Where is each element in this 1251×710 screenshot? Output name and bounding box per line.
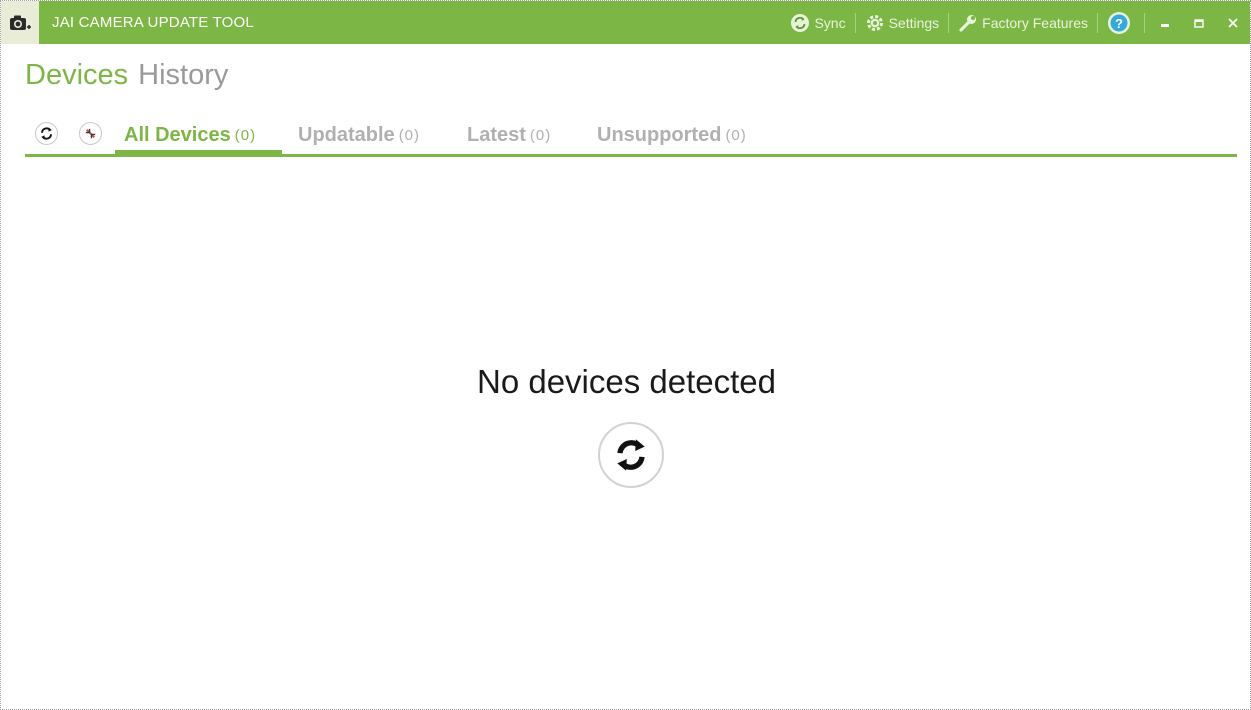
app-title: JAI CAMERA UPDATE TOOL xyxy=(52,14,254,31)
tab-label: Unsupported xyxy=(597,124,722,146)
close-button[interactable] xyxy=(1216,1,1250,44)
nav-history[interactable]: History xyxy=(138,59,228,92)
device-tabs: All Devices (0) Updatable (0) Latest (0)… xyxy=(25,117,1237,157)
tab-count: (0) xyxy=(529,127,552,144)
tab-count: (0) xyxy=(398,127,421,144)
main-nav: Devices History xyxy=(25,59,238,92)
title-separator xyxy=(854,12,856,33)
tab-count: (0) xyxy=(234,127,257,144)
minimize-icon xyxy=(1161,23,1169,27)
help-button[interactable]: ? xyxy=(1101,11,1141,35)
tab-unsupported[interactable]: Unsupported (0) xyxy=(597,117,747,154)
title-separator xyxy=(948,12,950,33)
tab-label: Updatable xyxy=(298,124,395,146)
tab-label: Latest xyxy=(467,124,526,146)
active-tab-indicator xyxy=(115,150,282,156)
title-separator xyxy=(1097,12,1098,33)
empty-state-message: No devices detected xyxy=(476,363,776,400)
empty-state-refresh-button[interactable] xyxy=(598,422,664,488)
settings-button[interactable]: Settings xyxy=(859,13,946,33)
title-bar[interactable]: JAI CAMERA UPDATE TOOL Sync Settings Fac… xyxy=(1,1,1250,44)
tab-updatable[interactable]: Updatable (0) xyxy=(298,117,420,154)
tab-all-devices[interactable]: All Devices (0) xyxy=(124,117,256,154)
nav-devices[interactable]: Devices xyxy=(25,59,128,92)
title-separator xyxy=(1144,12,1145,33)
svg-text:?: ? xyxy=(1115,16,1123,31)
disconnect-button[interactable] xyxy=(79,122,102,145)
camera-icon[interactable] xyxy=(1,1,39,44)
minimize-button[interactable] xyxy=(1148,1,1182,44)
refresh-devices-button[interactable] xyxy=(35,122,58,145)
tab-count: (0) xyxy=(725,127,747,144)
factory-features-label: Factory Features xyxy=(982,14,1088,31)
help-icon: ? xyxy=(1107,11,1131,35)
gear-icon xyxy=(865,13,885,33)
refresh-icon xyxy=(41,127,52,140)
wrench-icon xyxy=(958,13,978,33)
sync-label: Sync xyxy=(814,14,846,31)
close-icon xyxy=(1228,17,1238,28)
app-window: JAI CAMERA UPDATE TOOL Sync Settings Fac… xyxy=(0,0,1251,710)
disconnect-icon xyxy=(85,128,96,139)
factory-features-button[interactable]: Factory Features xyxy=(952,13,1094,33)
sync-icon xyxy=(790,13,810,33)
refresh-icon xyxy=(617,439,645,471)
maximize-icon xyxy=(1194,18,1204,28)
maximize-button[interactable] xyxy=(1182,1,1216,44)
settings-label: Settings xyxy=(888,14,940,31)
sync-button[interactable]: Sync xyxy=(784,13,851,33)
tab-latest[interactable]: Latest (0) xyxy=(467,117,551,154)
tab-label: All Devices xyxy=(124,124,231,146)
